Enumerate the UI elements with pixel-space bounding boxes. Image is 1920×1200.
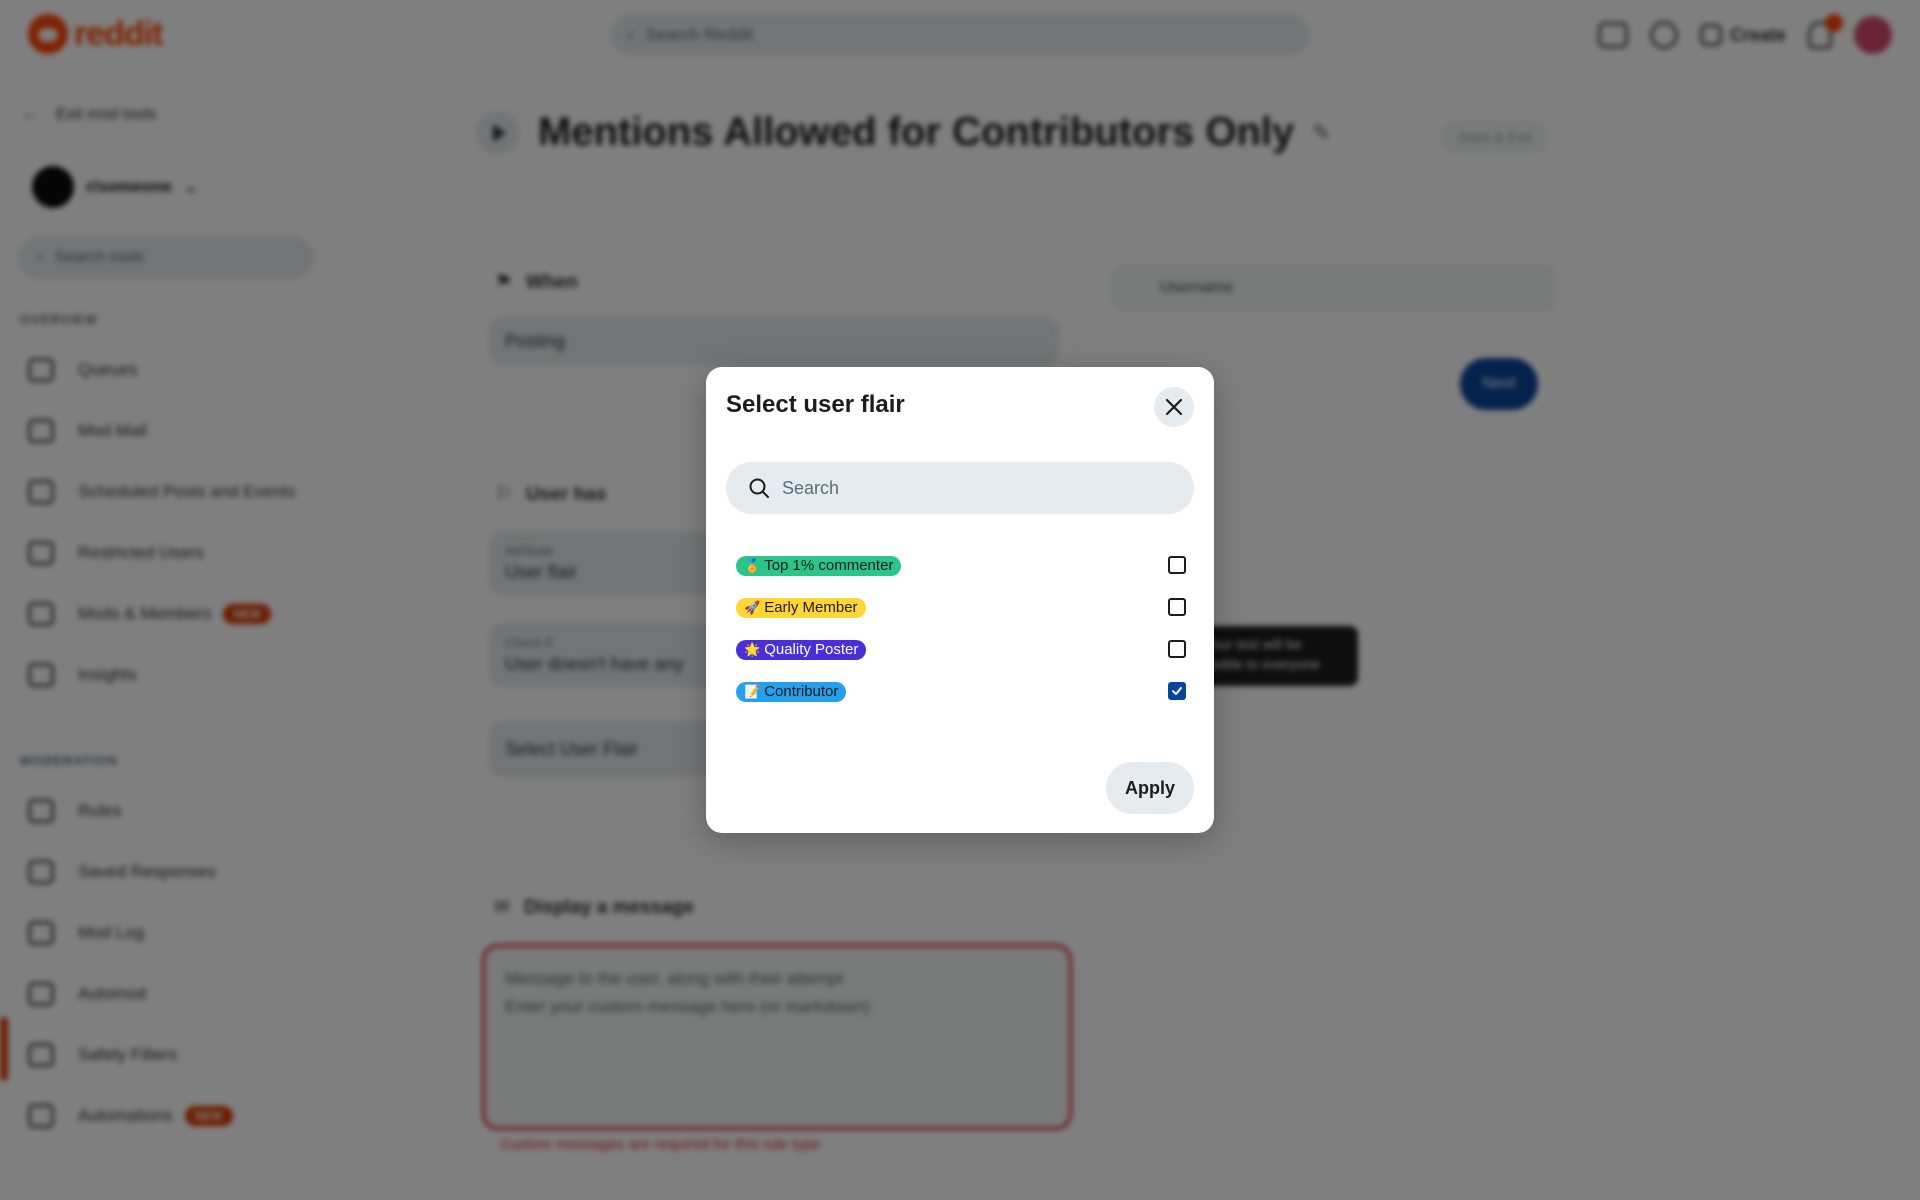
flair-checkbox[interactable] [1168,640,1186,658]
apply-button[interactable]: Apply [1106,762,1194,814]
close-icon [1165,398,1183,416]
flair-list: 🏅 Top 1% commenter 🚀 Early Member 🌟 Qual… [736,545,1186,713]
memo-icon: 📝 [744,684,761,699]
rocket-icon: 🚀 [744,600,761,615]
flair-option-top-commenter[interactable]: 🏅 Top 1% commenter [736,545,1186,587]
flair-search-box[interactable] [726,462,1194,514]
flair-label: Early Member [764,599,858,616]
flair-option-contributor[interactable]: 📝 Contributor [736,671,1186,713]
flair-label: Top 1% commenter [764,557,894,574]
search-icon [749,478,769,498]
flair-label: Contributor [764,683,839,700]
checkmark-icon [1172,687,1182,695]
flair-option-quality-poster[interactable]: 🌟 Quality Poster [736,629,1186,671]
flair-checkbox[interactable] [1168,598,1186,616]
flair-pill: 🏅 Top 1% commenter [736,556,902,576]
flair-checkbox[interactable] [1168,556,1186,574]
flair-option-early-member[interactable]: 🚀 Early Member [736,587,1186,629]
flair-pill: 🌟 Quality Poster [736,640,867,660]
flair-pill: 📝 Contributor [736,682,847,702]
flair-checkbox[interactable] [1168,682,1186,700]
select-user-flair-dialog: Select user flair 🏅 Top 1% commenter 🚀 E… [706,367,1214,833]
flair-label: Quality Poster [764,641,859,658]
flair-pill: 🚀 Early Member [736,598,866,618]
star-icon: 🌟 [744,642,761,657]
close-button[interactable] [1154,387,1194,427]
flair-search-input[interactable] [782,477,1162,499]
dialog-title: Select user flair [726,391,905,418]
medal-icon: 🏅 [744,558,761,573]
